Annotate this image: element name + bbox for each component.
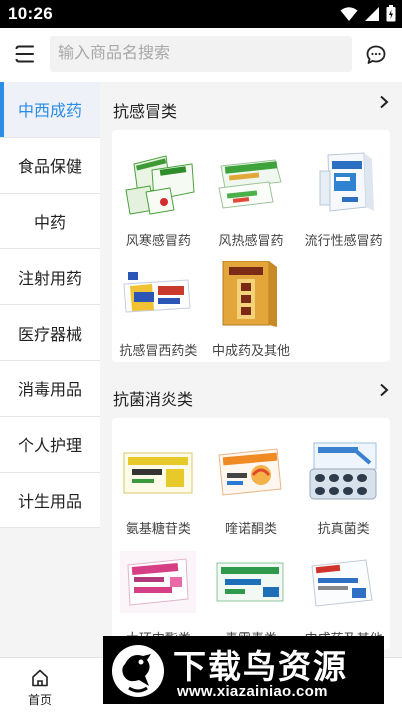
section-header[interactable]: 抗感冒类	[100, 82, 402, 130]
status-time: 10:26	[8, 4, 53, 23]
wifi-icon	[340, 6, 358, 21]
category-sidebar: 中西成药 食品保健 中药 注射用药 医疗器械 消毒用品 个人护理 计生用品	[0, 82, 100, 657]
product-name: 抗真菌类	[317, 520, 370, 536]
product-item[interactable]: 氨基糖苷类	[112, 426, 205, 536]
product-name: 流行性感冒药	[304, 232, 383, 248]
product-item[interactable]: 抗真菌类	[297, 426, 390, 536]
product-image	[211, 148, 291, 220]
sidebar-item-label: 中西成药	[17, 103, 82, 121]
sidebar-item-label: 中药	[33, 214, 66, 232]
product-name: 喹诺酮类	[224, 520, 277, 536]
product-image	[118, 258, 198, 330]
chevron-right-icon[interactable]	[378, 383, 390, 397]
product-image	[304, 148, 384, 220]
section-title: 抗感冒类	[113, 104, 178, 121]
search-input[interactable]	[50, 36, 352, 72]
chevron-right-icon[interactable]	[378, 95, 390, 109]
sidebar-item-western-chinese-medicine[interactable]: 中西成药	[0, 82, 100, 138]
product-image	[304, 546, 384, 618]
sidebar-item-label: 医疗器械	[17, 326, 82, 344]
product-name: 风寒感冒药	[125, 232, 191, 248]
status-bar: 10:26	[0, 0, 402, 28]
tab-home[interactable]: 首页	[10, 658, 70, 714]
product-item[interactable]: 青霉素类	[205, 536, 298, 646]
tab-home-label: 首页	[27, 693, 52, 707]
sidebar-item-family-planning[interactable]: 计生用品	[0, 472, 100, 529]
product-name: 风热感冒药	[218, 232, 284, 248]
watermark-banner: 下载鸟资源 www.xiazainiao.com	[103, 636, 384, 704]
product-item[interactable]: 中成药及其他	[205, 248, 298, 358]
product-name: 氨基糖苷类	[125, 520, 191, 536]
section-header[interactable]: 抗菌消炎类	[100, 370, 402, 418]
product-item[interactable]: 抗感冒西药类	[112, 248, 205, 358]
home-icon	[32, 669, 48, 687]
watermark-url: www.xiazainiao.com	[177, 683, 328, 700]
sidebar-item-disinfection[interactable]: 消毒用品	[0, 360, 100, 417]
product-item[interactable]: 大环内酯类	[112, 536, 205, 646]
app-screen: 10:26 中西成药 食品保健 中药 注射用药 医疗器械 消毒用品 个人护理 计…	[0, 0, 402, 714]
sidebar-item-medical-devices[interactable]: 医疗器械	[0, 305, 100, 361]
sidebar-item-label: 消毒用品	[17, 382, 82, 400]
sidebar-item-label: 个人护理	[17, 438, 82, 456]
product-item[interactable]: 喹诺酮类	[205, 426, 298, 536]
product-item[interactable]: 流行性感冒药	[297, 138, 390, 248]
product-image	[211, 546, 291, 618]
menu-icon[interactable]	[14, 43, 36, 65]
sidebar-item-label: 注射用药	[17, 270, 82, 288]
sidebar-item-label: 计生用品	[17, 493, 82, 511]
search-box[interactable]	[50, 36, 352, 72]
product-image	[211, 258, 291, 330]
product-item[interactable]: 风热感冒药	[205, 138, 298, 248]
watermark-title: 下载鸟资源	[173, 647, 348, 686]
status-icons	[340, 5, 396, 22]
product-image	[118, 546, 198, 618]
sidebar-item-personal-care[interactable]: 个人护理	[0, 416, 100, 473]
product-item[interactable]: 风寒感冒药	[112, 138, 205, 248]
product-grid: 风寒感冒药 风热感冒药 流行性感冒药 抗感冒西药类 中成药及其他	[112, 130, 390, 362]
product-name: 中成药及其他	[211, 342, 290, 358]
sidebar-item-injection[interactable]: 注射用药	[0, 249, 100, 306]
section-title: 抗菌消炎类	[113, 392, 194, 409]
top-header	[0, 28, 402, 82]
battery-icon	[386, 5, 396, 22]
product-grid: 氨基糖苷类 喹诺酮类 抗真菌类	[112, 418, 390, 650]
sidebar-item-label: 食品保健	[17, 159, 82, 177]
product-item[interactable]: 中成药及其他	[297, 536, 390, 646]
product-image	[118, 148, 198, 220]
sidebar-item-chinese-herbs[interactable]: 中药	[0, 193, 100, 250]
product-image	[211, 436, 291, 508]
product-name: 抗感冒西药类	[119, 342, 198, 358]
message-icon[interactable]	[365, 44, 387, 66]
signal-icon	[365, 6, 379, 21]
product-image	[118, 436, 198, 508]
product-image	[304, 436, 384, 508]
product-content: 抗感冒类 风寒感冒药 风热感冒药 流行性感冒药 抗感冒西药类 中成药及其他 抗菌…	[100, 82, 402, 657]
bird-logo-icon	[112, 645, 164, 697]
sidebar-item-health-food[interactable]: 食品保健	[0, 137, 100, 194]
